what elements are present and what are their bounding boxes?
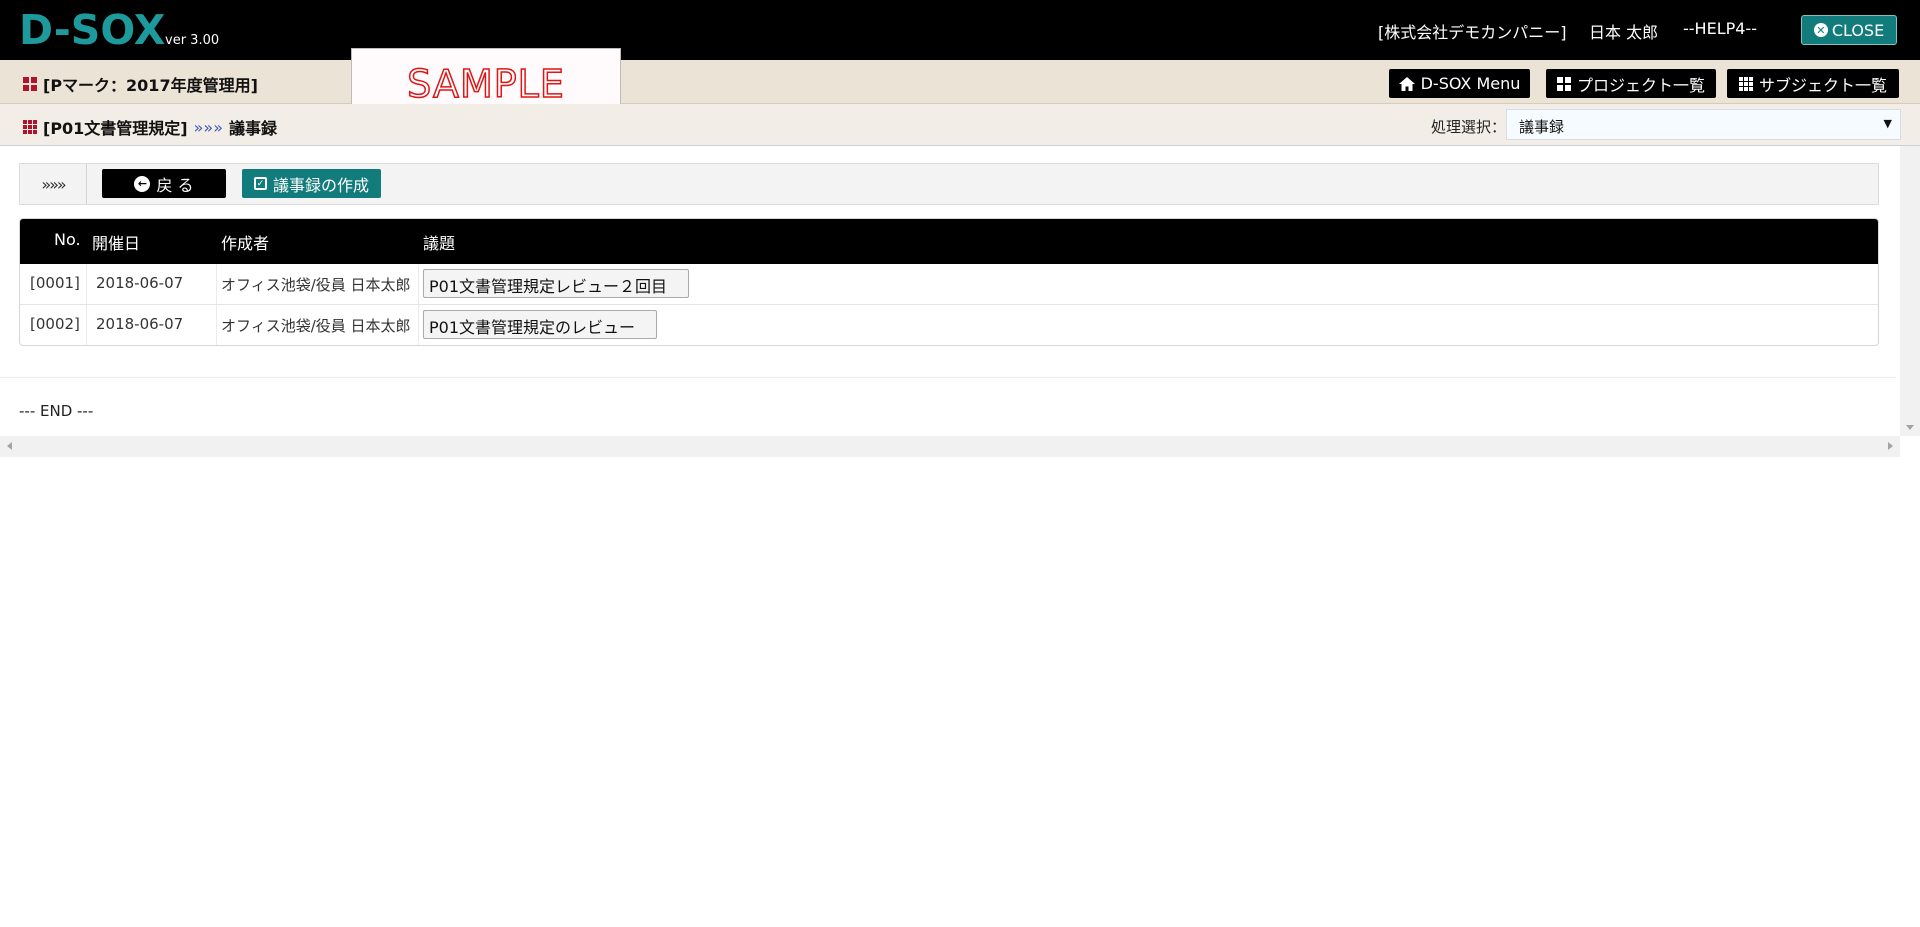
vertical-scrollbar[interactable] <box>1900 146 1920 436</box>
content-divider <box>0 377 1896 378</box>
app-logo: D-SOX <box>19 6 166 54</box>
row-date: 2018-06-07 <box>96 274 184 292</box>
breadcrumb-subject[interactable]: [P01文書管理規定] <box>43 115 188 139</box>
process-select-value: 議事録 <box>1519 118 1565 136</box>
close-button[interactable]: ✕ CLOSE <box>1801 15 1897 45</box>
scroll-left-icon[interactable] <box>7 442 12 450</box>
close-button-label: CLOSE <box>1831 20 1885 40</box>
grid-icon <box>1556 76 1571 91</box>
user-name: 日本 太郎 <box>1589 23 1659 42</box>
table-row: [0001] 2018-06-07 オフィス池袋/役員 日本太郎 P01文書管理… <box>20 264 1878 305</box>
dsox-menu-label: D-SOX Menu <box>1420 74 1521 93</box>
row-no: [0002] <box>30 315 80 333</box>
th-icon <box>1738 76 1753 91</box>
back-button[interactable]: ← 戻 る <box>102 169 226 198</box>
top-header: D-SOX ver 3.00 [株式会社デモカンパニー] 日本 太郎 --HEL… <box>0 0 1920 60</box>
end-marker: --- END --- <box>19 402 94 420</box>
table-header: No. 開催日 作成者 議題 <box>20 219 1878 264</box>
toolbar-chevrons: »»» <box>20 164 87 204</box>
back-button-label: 戻 る <box>156 175 194 195</box>
grid-icon <box>23 77 37 91</box>
column-header-date: 開催日 <box>92 234 141 253</box>
project-list-button[interactable]: プロジェクト一覧 <box>1546 69 1716 98</box>
scroll-down-icon[interactable] <box>1906 425 1914 430</box>
subject-list-button[interactable]: サブジェクト一覧 <box>1727 69 1899 98</box>
check-square-icon: ✓ <box>253 177 267 190</box>
home-icon <box>1398 76 1415 91</box>
topic-button[interactable]: P01文書管理規定レビュー２回目 <box>423 269 689 298</box>
sample-watermark-text: SAMPLE <box>406 61 565 107</box>
project-title-text: [Pマーク：2017年度管理用] <box>43 76 258 95</box>
arrow-left-circle-icon: ← <box>134 175 151 192</box>
dsox-menu-button[interactable]: D-SOX Menu <box>1389 69 1530 98</box>
breadcrumb-bar: [P01文書管理規定] »»» 議事録 処理選択： 議事録 ▼ <box>0 104 1920 146</box>
horizontal-scrollbar[interactable] <box>0 436 1900 457</box>
project-title: [Pマーク：2017年度管理用] <box>23 72 258 96</box>
create-minutes-label: 議事録の作成 <box>272 175 369 195</box>
row-no: [0001] <box>30 274 80 292</box>
breadcrumb: [P01文書管理規定] »»» 議事録 <box>23 115 277 139</box>
process-select-label: 処理選択： <box>1431 118 1507 136</box>
project-list-label: プロジェクト一覧 <box>1576 75 1705 95</box>
row-author: オフィス池袋/役員 日本太郎 <box>221 276 411 294</box>
row-date: 2018-06-07 <box>96 315 184 333</box>
breadcrumb-separator: »»» <box>193 117 223 137</box>
process-select[interactable]: 議事録 ▼ <box>1506 109 1901 140</box>
row-author: オフィス池袋/役員 日本太郎 <box>221 317 411 335</box>
create-minutes-button[interactable]: ✓ 議事録の作成 <box>242 169 381 198</box>
column-header-author: 作成者 <box>221 234 270 253</box>
subject-list-label: サブジェクト一覧 <box>1758 75 1887 95</box>
column-header-no: No. <box>54 230 81 249</box>
caret-down-icon: ▼ <box>1883 117 1892 130</box>
column-header-topic: 議題 <box>423 234 456 253</box>
th-icon <box>23 120 37 134</box>
help-link[interactable]: --HELP4-- <box>1683 19 1757 38</box>
topic-button[interactable]: P01文書管理規定のレビュー <box>423 310 657 339</box>
scroll-right-icon[interactable] <box>1888 442 1893 450</box>
company-name: [株式会社デモカンパニー] <box>1378 23 1567 42</box>
table-row: [0002] 2018-06-07 オフィス池袋/役員 日本太郎 P01文書管理… <box>20 305 1878 345</box>
close-icon: ✕ <box>1813 23 1828 37</box>
minutes-table: No. 開催日 作成者 議題 [0001] 2018-06-07 オフィス池袋/… <box>19 218 1879 346</box>
breadcrumb-current: 議事録 <box>229 119 278 138</box>
app-version: ver 3.00 <box>165 33 220 48</box>
